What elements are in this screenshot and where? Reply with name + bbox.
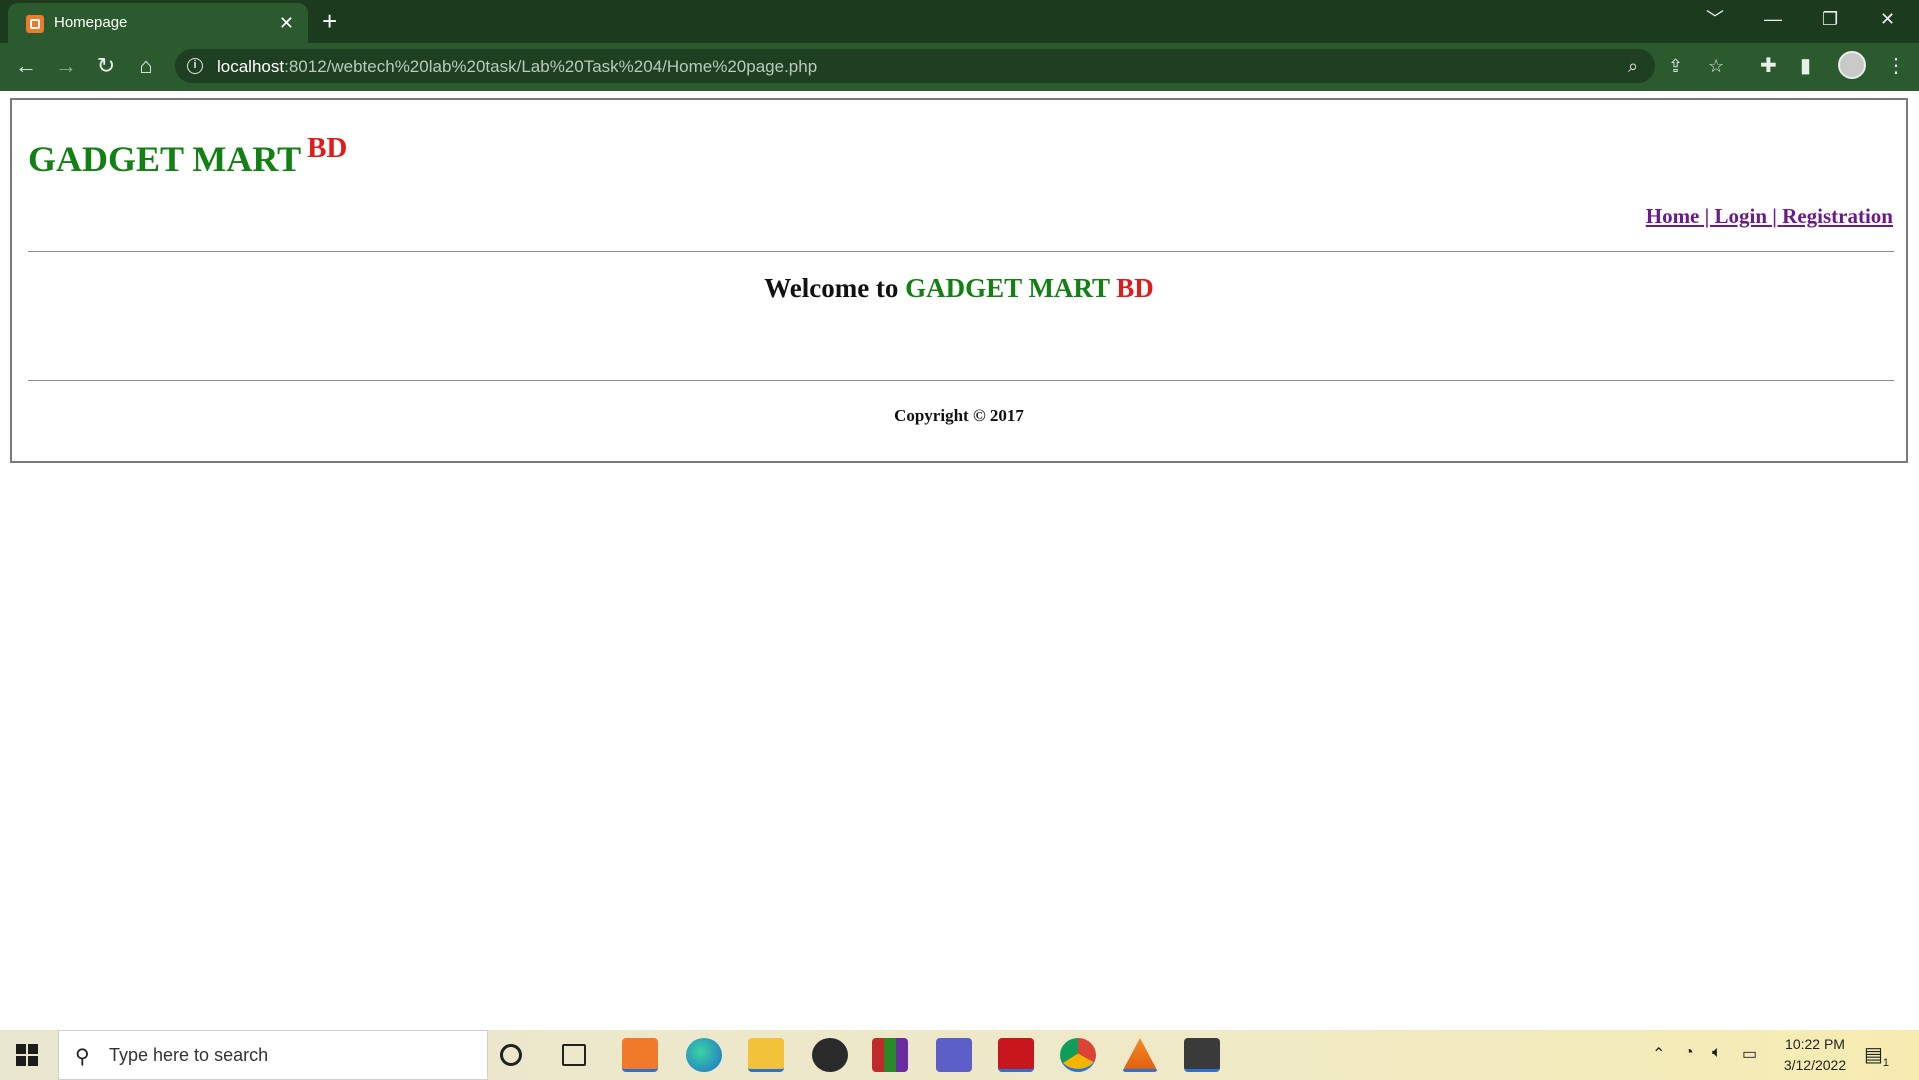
obs-icon[interactable] — [812, 1038, 848, 1072]
show-hidden-icons-chevron-icon[interactable]: ⌃ — [1652, 1044, 1665, 1064]
battery-icon[interactable]: ▭ — [1742, 1044, 1757, 1064]
side-panel-icon[interactable]: ▮ — [1800, 52, 1811, 80]
browser-toolbar: ← → ↻ ⌂ i localhost:8012/webtech%20lab%2… — [0, 43, 1919, 88]
address-bar[interactable]: i localhost:8012/webtech%20lab%20task/La… — [175, 49, 1724, 83]
clock-time: 10:22 PM — [1785, 1036, 1845, 1052]
url-path: :8012/webtech%20lab%20task/Lab%20Task%20… — [284, 57, 818, 76]
extensions-puzzle-icon[interactable]: ✚ — [1760, 52, 1777, 80]
forward-arrow-icon[interactable]: → — [52, 52, 80, 80]
back-arrow-icon[interactable]: ← — [12, 52, 40, 80]
tab-search-icon[interactable]: ﹀ — [1706, 6, 1724, 32]
teams-icon[interactable] — [936, 1038, 972, 1072]
search-icon: ⚲ — [75, 1046, 90, 1068]
page-container: GADGET MART BD Home | Login | Registratio… — [10, 98, 1908, 463]
edge-icon[interactable] — [686, 1038, 722, 1072]
restore-button[interactable]: ❐ — [1822, 6, 1838, 32]
brand-main: GADGET MART — [28, 139, 302, 179]
vlc-icon[interactable] — [1122, 1038, 1158, 1072]
nav-separator: | — [1767, 204, 1783, 228]
nav-link-registration[interactable]: Registration — [1782, 204, 1893, 228]
welcome-suffix: BD — [1116, 273, 1154, 303]
home-icon[interactable]: ⌂ — [132, 52, 160, 80]
minimize-button[interactable]: — — [1764, 6, 1782, 32]
network-icon[interactable]: ◔ — [1684, 1044, 1694, 1062]
file-explorer-icon[interactable] — [748, 1038, 784, 1072]
top-navigation: Home | Login | Registration — [1646, 204, 1893, 229]
site-info-icon[interactable]: i — [187, 58, 203, 74]
welcome-prefix: Welcome to — [764, 273, 899, 303]
chrome-icon[interactable] — [1060, 1038, 1096, 1072]
toolbar-bottom-border — [0, 88, 1919, 91]
taskbar-search-input[interactable]: ⚲ Type here to search — [58, 1030, 488, 1080]
browser-tab-homepage[interactable]: Homepage ✕ — [8, 3, 308, 43]
notification-count: 1 — [1882, 1057, 1890, 1069]
task-view-icon[interactable] — [562, 1044, 586, 1066]
notification-center-icon[interactable]: ▤1 — [1864, 1042, 1889, 1069]
winrar-icon[interactable] — [872, 1038, 908, 1072]
acrobat-icon[interactable] — [998, 1038, 1034, 1072]
xampp-icon[interactable] — [622, 1038, 658, 1072]
tab-title: Homepage — [54, 14, 128, 31]
welcome-brand: GADGET MART — [905, 273, 1110, 303]
windows-start-icon[interactable] — [16, 1044, 38, 1066]
url-text[interactable]: localhost:8012/webtech%20lab%20task/Lab%… — [217, 57, 817, 77]
sublime-icon[interactable] — [1184, 1038, 1220, 1072]
xampp-favicon-icon — [26, 15, 44, 33]
nav-link-home[interactable]: Home — [1646, 204, 1700, 228]
reload-icon[interactable]: ↻ — [92, 52, 120, 80]
new-tab-button[interactable]: + — [322, 5, 337, 37]
volume-icon[interactable]: 🔈︎ — [1712, 1044, 1722, 1062]
copyright-text: Copyright © 2017 — [894, 406, 1024, 425]
header-divider — [28, 251, 1894, 252]
search-placeholder: Type here to search — [109, 1045, 269, 1065]
close-tab-icon[interactable]: ✕ — [279, 11, 294, 35]
windows-taskbar: ⚲ Type here to search ⌃ ◔ 🔈︎ ▭ 10:22 PM … — [0, 1030, 1919, 1080]
browser-tab-strip: Homepage ✕ + ﹀ — ❐ ✕ — [0, 0, 1919, 43]
zoom-icon[interactable]: ⌕ — [1628, 54, 1638, 78]
welcome-heading: Welcome to GADGET MART BD — [12, 273, 1906, 304]
site-logo-heading: GADGET MART BD — [28, 132, 347, 180]
brand-sup: BD — [307, 132, 348, 164]
bookmark-star-icon[interactable]: ☆ — [1708, 54, 1724, 78]
cortana-icon[interactable] — [500, 1044, 522, 1066]
footer-divider — [28, 380, 1894, 381]
menu-kebab-icon[interactable]: ⋮ — [1886, 52, 1906, 80]
close-window-button[interactable]: ✕ — [1880, 6, 1895, 32]
nav-separator: | — [1699, 204, 1715, 228]
nav-link-login[interactable]: Login — [1715, 204, 1768, 228]
profile-avatar[interactable] — [1838, 51, 1866, 79]
clock-date: 3/12/2022 — [1783, 1057, 1847, 1073]
taskbar-clock[interactable]: 10:22 PM 3/12/2022 — [1760, 1034, 1870, 1076]
url-host: localhost — [217, 57, 285, 76]
share-icon[interactable]: ⇪ — [1668, 54, 1683, 78]
